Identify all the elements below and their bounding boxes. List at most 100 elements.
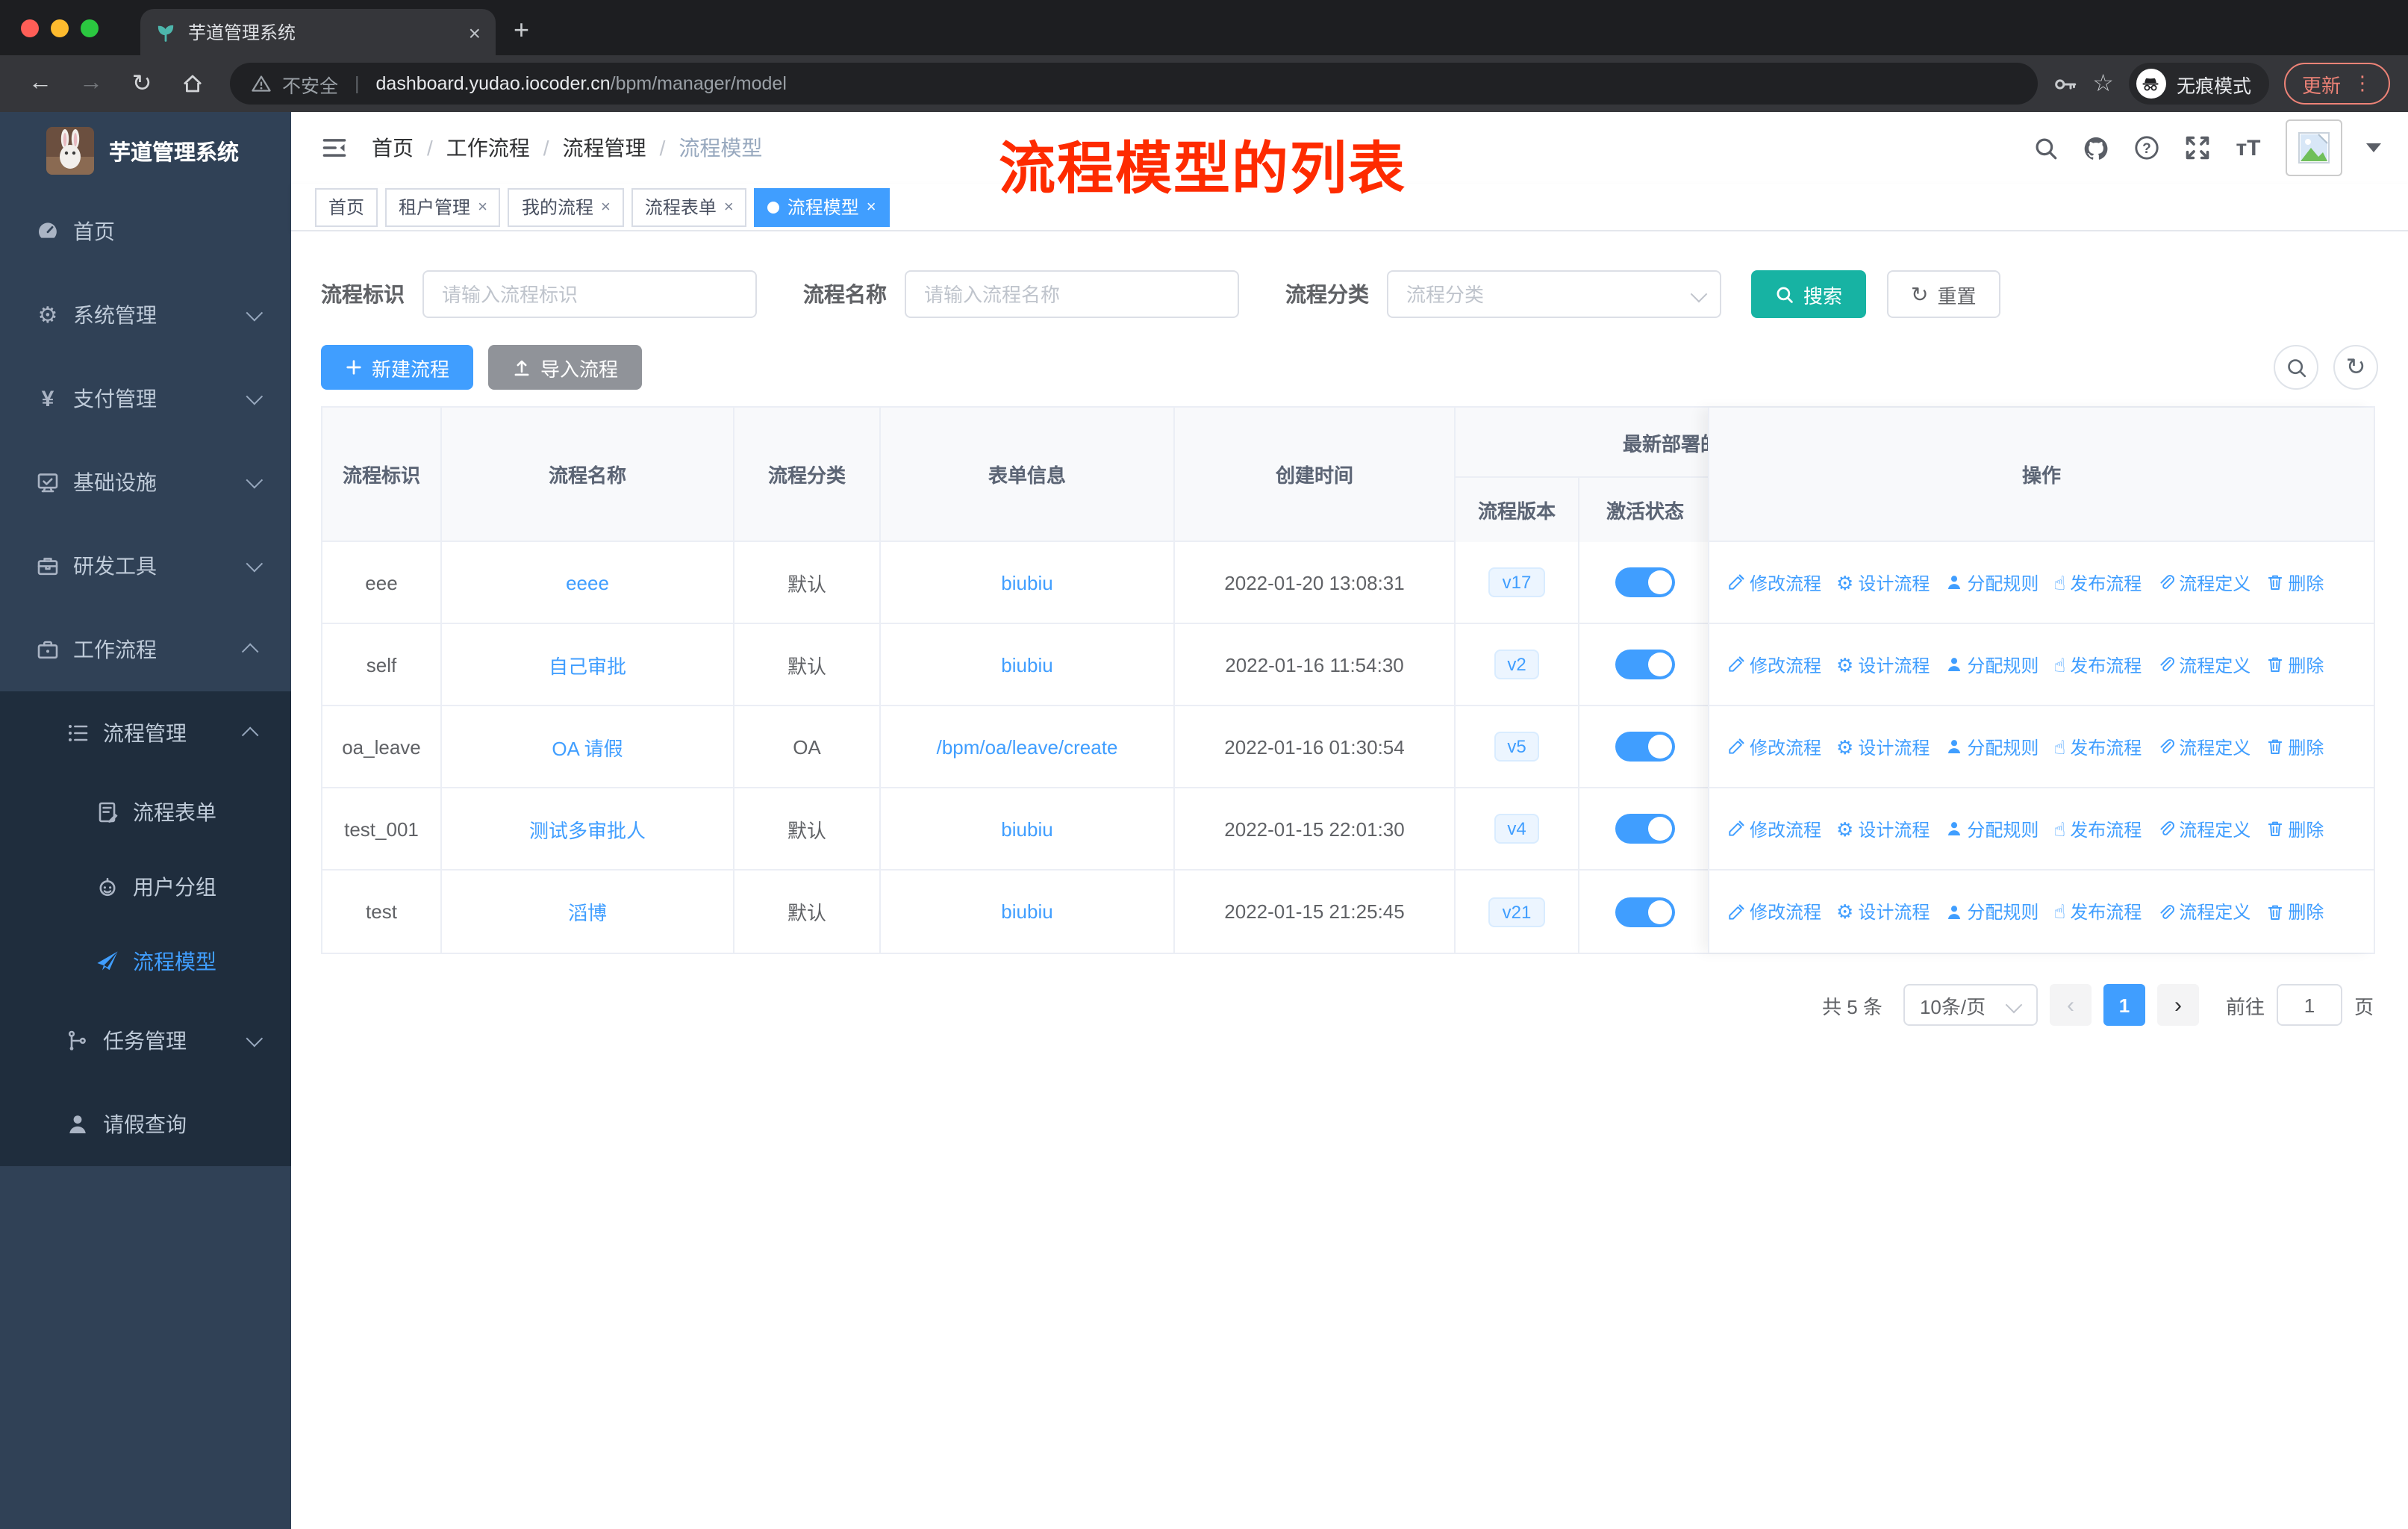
back-icon[interactable]: ← — [18, 61, 63, 106]
action-modify-link[interactable]: 修改流程 — [1727, 899, 1821, 924]
sidebar-item-home[interactable]: 首页 — [0, 190, 291, 273]
form-info-link[interactable]: biubiu — [1001, 900, 1052, 923]
form-info-link[interactable]: biubiu — [1001, 818, 1052, 840]
home-icon[interactable] — [170, 61, 215, 106]
goto-page-input[interactable] — [2276, 984, 2342, 1026]
tag-close-icon[interactable]: × — [601, 198, 611, 216]
action-publish-link[interactable]: ☝ 发布流程 — [2053, 652, 2142, 677]
action-assign-link[interactable]: 分配规则 — [1944, 899, 2039, 924]
breadcrumb-item[interactable]: 首页 — [372, 133, 414, 163]
category-select[interactable] — [1387, 270, 1721, 318]
tag-home[interactable]: 首页 — [315, 187, 378, 226]
tag-process-form[interactable]: 流程表单 × — [631, 187, 747, 226]
action-definition-link[interactable]: 流程定义 — [2156, 734, 2251, 759]
process-name-link[interactable]: 滔博 — [568, 897, 607, 926]
action-assign-link[interactable]: 分配规则 — [1944, 652, 2039, 677]
action-delete-link[interactable]: 删除 — [2265, 899, 2324, 924]
sidebar-item-system[interactable]: ⚙ 系统管理 — [0, 273, 291, 357]
sidebar-item-process-model[interactable]: 流程模型 — [0, 924, 291, 999]
toggle-search-button[interactable] — [2274, 345, 2318, 390]
action-assign-link[interactable]: 分配规则 — [1944, 570, 2039, 595]
sidebar-item-task-mgmt[interactable]: 任务管理 — [0, 999, 291, 1083]
user-avatar[interactable] — [2286, 119, 2342, 176]
tag-close-icon[interactable]: × — [724, 198, 734, 216]
category-select-input[interactable] — [1387, 270, 1721, 318]
sidebar-item-user-group[interactable]: 用户分组 — [0, 850, 291, 924]
breadcrumb-item[interactable]: 流程管理 — [563, 133, 646, 163]
process-name-input[interactable] — [905, 270, 1239, 318]
next-page-button[interactable]: › — [2156, 984, 2199, 1026]
action-publish-link[interactable]: ☝ 发布流程 — [2053, 816, 2142, 841]
browser-menu-update-button[interactable]: 更新 ⋮ — [2283, 63, 2390, 105]
sidebar-collapse-icon[interactable] — [321, 134, 348, 161]
page-number-1[interactable]: 1 — [2103, 984, 2145, 1026]
avatar-caret-icon[interactable] — [2366, 143, 2381, 152]
tag-process-model[interactable]: 流程模型 × — [754, 187, 890, 226]
action-assign-link[interactable]: 分配规则 — [1944, 816, 2039, 841]
sidebar-item-process-mgmt[interactable]: 流程管理 — [0, 691, 291, 775]
form-info-link[interactable]: /bpm/oa/leave/create — [937, 735, 1118, 758]
tag-close-icon[interactable]: × — [867, 198, 876, 216]
bookmark-star-icon[interactable]: ☆ — [2092, 69, 2114, 99]
create-process-button[interactable]: 新建流程 — [321, 345, 474, 390]
action-publish-link[interactable]: ☝ 发布流程 — [2053, 899, 2142, 924]
sidebar-item-leave-query[interactable]: 请假查询 — [0, 1083, 291, 1166]
key-icon[interactable] — [2052, 71, 2077, 96]
help-icon[interactable]: ? — [2133, 134, 2160, 161]
search-icon[interactable] — [2032, 135, 2059, 161]
process-name-link[interactable]: OA 请假 — [552, 732, 623, 761]
action-design-link[interactable]: ⚙ 设计流程 — [1836, 652, 1930, 677]
prev-page-button[interactable]: ‹ — [2049, 984, 2092, 1026]
action-design-link[interactable]: ⚙ 设计流程 — [1836, 899, 1930, 924]
tab-close-icon[interactable]: × — [469, 20, 481, 44]
fullscreen-icon[interactable] — [2184, 134, 2211, 161]
new-tab-button[interactable]: + — [514, 15, 529, 55]
action-definition-link[interactable]: 流程定义 — [2156, 816, 2251, 841]
process-id-input[interactable] — [422, 270, 757, 318]
page-size-select[interactable]: 10条/页 — [1903, 984, 2038, 1026]
action-design-link[interactable]: ⚙ 设计流程 — [1836, 570, 1930, 595]
action-modify-link[interactable]: 修改流程 — [1727, 734, 1821, 759]
tag-my-process[interactable]: 我的流程 × — [508, 187, 624, 226]
action-delete-link[interactable]: 删除 — [2265, 570, 2324, 595]
form-info-link[interactable]: biubiu — [1001, 653, 1052, 676]
action-delete-link[interactable]: 删除 — [2265, 734, 2324, 759]
form-info-link[interactable]: biubiu — [1001, 571, 1052, 594]
breadcrumb-item[interactable]: 工作流程 — [446, 133, 530, 163]
process-name-link[interactable]: 自己审批 — [549, 650, 626, 679]
action-definition-link[interactable]: 流程定义 — [2156, 899, 2251, 924]
import-process-button[interactable]: 导入流程 — [488, 345, 643, 390]
sidebar-item-infra[interactable]: 基础设施 — [0, 440, 291, 524]
active-toggle[interactable] — [1615, 814, 1674, 844]
browser-tab[interactable]: 芋道管理系统 × — [140, 9, 496, 55]
action-publish-link[interactable]: ☝ 发布流程 — [2053, 570, 2142, 595]
active-toggle[interactable] — [1615, 897, 1674, 927]
active-toggle[interactable] — [1615, 732, 1674, 762]
reset-button[interactable]: ↻ 重置 — [1887, 270, 2000, 318]
tag-close-icon[interactable]: × — [478, 198, 487, 216]
process-name-link[interactable]: eeee — [566, 571, 609, 594]
sidebar-item-devtools[interactable]: 研发工具 — [0, 524, 291, 608]
font-size-icon[interactable]: тT — [2235, 135, 2262, 161]
github-icon[interactable] — [2083, 134, 2109, 162]
action-modify-link[interactable]: 修改流程 — [1727, 816, 1821, 841]
action-design-link[interactable]: ⚙ 设计流程 — [1836, 734, 1930, 759]
sidebar-item-payment[interactable]: ¥ 支付管理 — [0, 357, 291, 440]
active-toggle[interactable] — [1615, 567, 1674, 597]
action-definition-link[interactable]: 流程定义 — [2156, 652, 2251, 677]
process-name-link[interactable]: 测试多审批人 — [529, 815, 646, 843]
sidebar-logo-row[interactable]: 芋道管理系统 — [0, 112, 291, 190]
window-minimize-button[interactable] — [51, 19, 69, 37]
active-toggle[interactable] — [1615, 650, 1674, 679]
action-modify-link[interactable]: 修改流程 — [1727, 570, 1821, 595]
url-bar[interactable]: 不安全 | dashboard.yudao.iocoder.cn/bpm/man… — [230, 63, 2038, 105]
action-publish-link[interactable]: ☝ 发布流程 — [2053, 734, 2142, 759]
action-delete-link[interactable]: 删除 — [2265, 652, 2324, 677]
search-button[interactable]: 搜索 — [1751, 270, 1867, 318]
action-definition-link[interactable]: 流程定义 — [2156, 570, 2251, 595]
action-design-link[interactable]: ⚙ 设计流程 — [1836, 816, 1930, 841]
sidebar-item-workflow[interactable]: 工作流程 — [0, 608, 291, 691]
action-delete-link[interactable]: 删除 — [2265, 816, 2324, 841]
action-assign-link[interactable]: 分配规则 — [1944, 734, 2039, 759]
action-modify-link[interactable]: 修改流程 — [1727, 652, 1821, 677]
